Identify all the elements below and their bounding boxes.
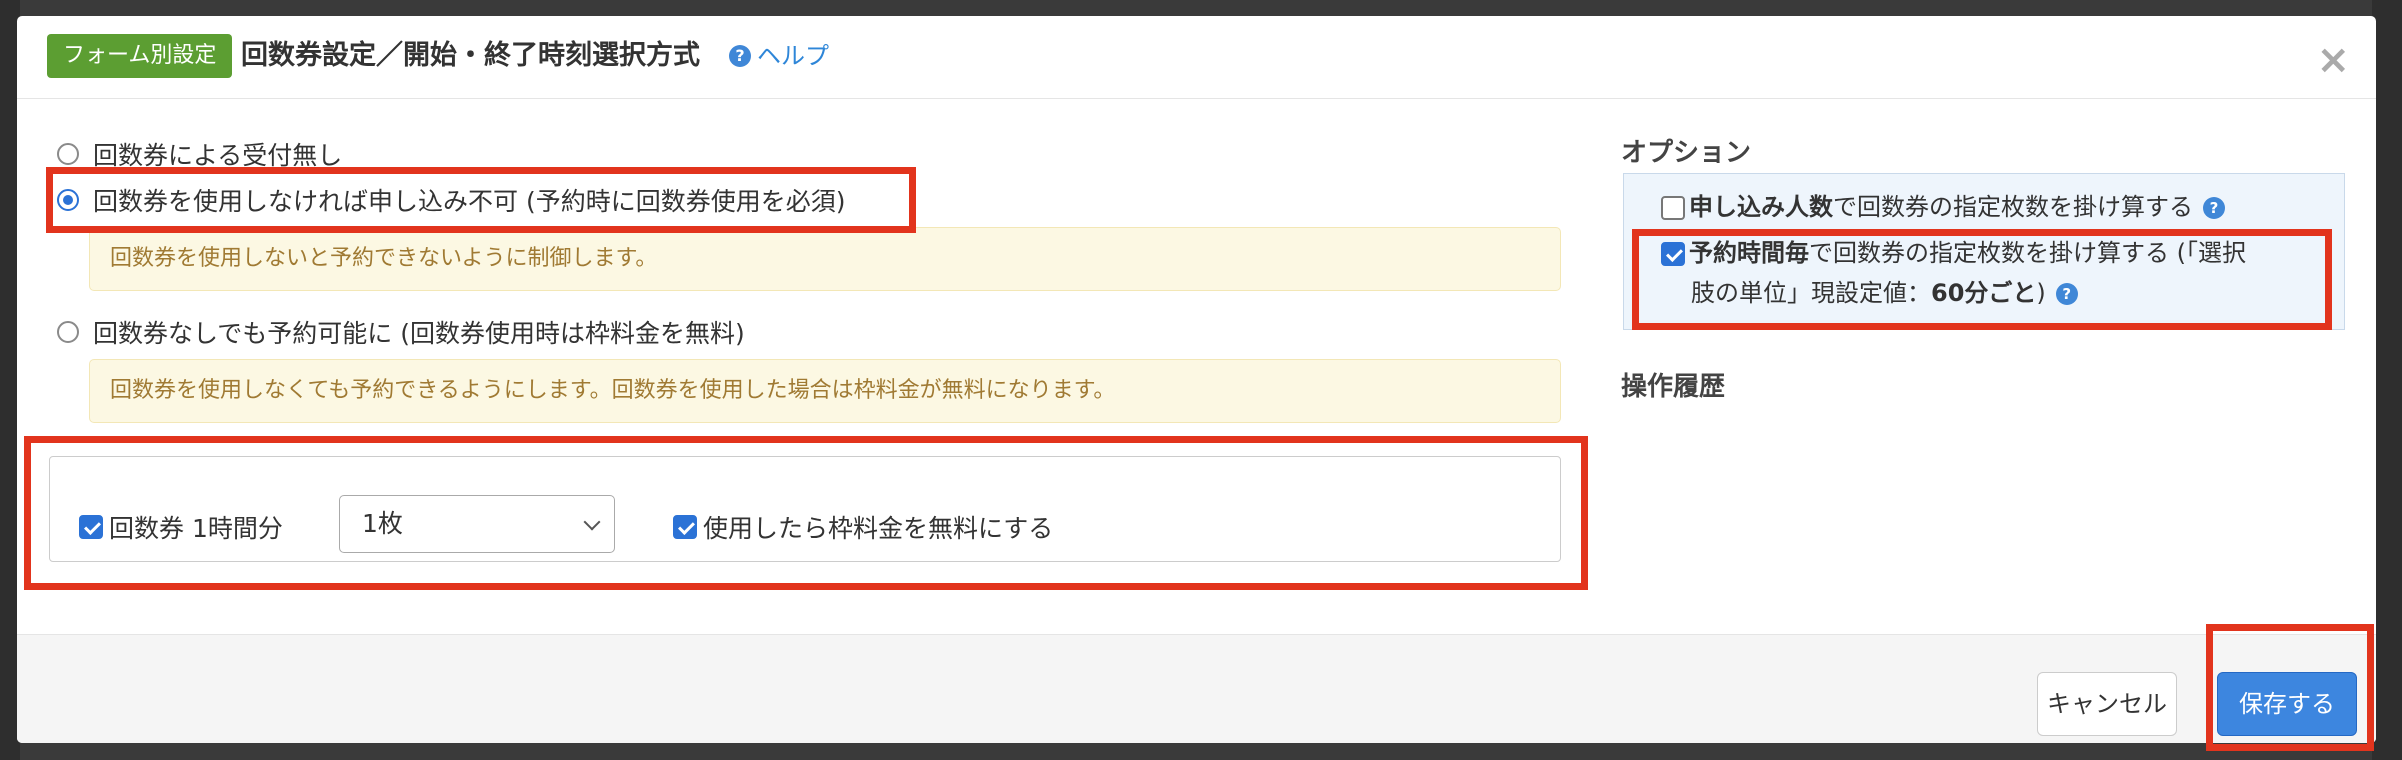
modal-header: フォーム別設定 回数券設定／開始・終了時刻選択方式 ? ヘルプ × <box>17 16 2376 99</box>
option-bold-label: 予約時間毎 <box>1689 239 1809 267</box>
radio-label: 回数券による受付無し <box>93 141 343 170</box>
save-button[interactable]: 保存する <box>2217 672 2357 736</box>
option-multiply-by-people[interactable]: 申し込み人数で回数券の指定枚数を掛け算する? <box>1661 188 2225 226</box>
radio-label: 回数券なしでも予約可能に (回数券使用時は枠料金を無料) <box>93 319 745 348</box>
multiply-by-time-checkbox[interactable] <box>1661 242 1685 266</box>
help-question-icon[interactable]: ? <box>2055 283 2078 305</box>
help-question-icon: ? <box>729 45 751 67</box>
settings-modal: フォーム別設定 回数券設定／開始・終了時刻選択方式 ? ヘルプ × 回数券による… <box>17 16 2376 743</box>
options-title: オプション <box>1621 138 1752 168</box>
unit-value: 60分ごと <box>1931 279 2037 307</box>
background-right <box>2372 0 2402 760</box>
option-label: で回数券の指定枚数を掛け算する <box>1833 193 2193 221</box>
form-settings-badge: フォーム別設定 <box>47 34 233 78</box>
modal-footer <box>17 634 2376 743</box>
note-ticket-optional: 回数券を使用しなくても予約できるようにします。回数券を使用した場合は枠料金が無料… <box>89 359 1561 423</box>
ticket-count-value: 1枚 <box>362 509 403 538</box>
ticket-count-select[interactable]: 1枚 <box>339 495 615 553</box>
ticket-hour-checkbox[interactable] <box>79 515 103 539</box>
help[interactable]: ? ヘルプ <box>729 40 829 72</box>
help-question-icon[interactable]: ? <box>2203 197 2225 219</box>
free-fee-checkbox[interactable] <box>673 515 697 539</box>
radio-button-selected[interactable] <box>57 189 79 211</box>
radio-option-no-ticket[interactable]: 回数券による受付無し <box>57 136 342 172</box>
radio-option-ticket-required[interactable]: 回数券を使用しなければ申し込み不可 (予約時に回数券使用を必須) <box>57 182 845 218</box>
option-label-cont: 肢の単位」現設定値： <box>1691 279 1931 307</box>
option-label-close: ) <box>2036 279 2046 307</box>
history-title: 操作履歴 <box>1621 372 1726 402</box>
free-fee-label: 使用したら枠料金を無料にする <box>703 514 1054 543</box>
cancel-button[interactable]: キャンセル <box>2037 672 2177 736</box>
radio-option-ticket-optional[interactable]: 回数券なしでも予約可能に (回数券使用時は枠料金を無料) <box>57 314 745 350</box>
chevron-down-icon <box>583 513 601 531</box>
radio-button[interactable] <box>57 143 79 165</box>
option-multiply-by-time-line2: 肢の単位」現設定値：60分ごと)? <box>1691 274 2078 312</box>
option-multiply-by-time[interactable]: 予約時間毎で回数券の指定枚数を掛け算する (「選択 <box>1661 234 2246 272</box>
help-link[interactable]: ヘルプ <box>757 40 829 72</box>
close-icon[interactable]: × <box>2316 40 2350 80</box>
free-fee-checkbox-row[interactable]: 使用したら枠料金を無料にする <box>673 509 1053 545</box>
option-bold-label: 申し込み人数 <box>1689 193 1833 221</box>
modal-title: 回数券設定／開始・終了時刻選択方式 <box>241 40 700 71</box>
ticket-hour-label: 回数券 1時間分 <box>109 514 283 543</box>
ticket-hour-checkbox-row[interactable]: 回数券 1時間分 <box>79 509 283 545</box>
radio-label: 回数券を使用しなければ申し込み不可 (予約時に回数券使用を必須) <box>93 187 846 216</box>
note-ticket-required: 回数券を使用しないと予約できないように制御します。 <box>89 227 1561 291</box>
radio-button[interactable] <box>57 321 79 343</box>
multiply-by-people-checkbox[interactable] <box>1661 196 1685 220</box>
option-label: で回数券の指定枚数を掛け算する (「選択 <box>1809 239 2246 267</box>
